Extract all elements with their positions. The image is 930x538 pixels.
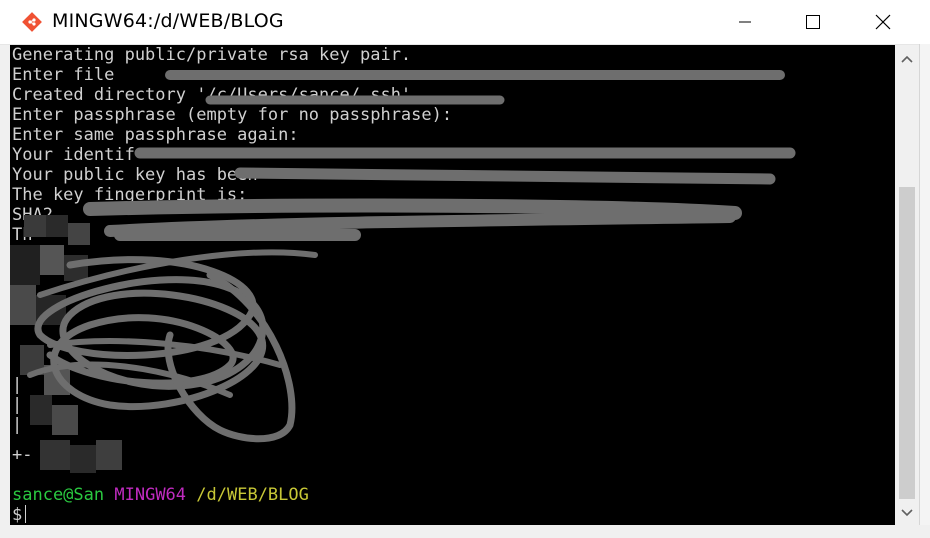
scroll-down-button[interactable] [895, 501, 919, 525]
redaction-scribbles [10, 70, 796, 473]
terminal-window: MINGW64:/d/WEB/BLOG Generating public/pr… [0, 0, 930, 538]
scrollbar-thumb[interactable] [899, 187, 915, 499]
scroll-up-button[interactable] [895, 47, 919, 71]
close-button[interactable] [860, 0, 906, 44]
chevron-down-icon [901, 509, 913, 517]
prompt-env: MINGW64 [114, 485, 187, 505]
minimize-icon [739, 21, 751, 23]
prompt-symbol: $ [12, 505, 23, 525]
minimize-button[interactable] [722, 0, 768, 44]
text-cursor [25, 505, 27, 523]
maximize-button[interactable] [790, 0, 836, 44]
vertical-scrollbar[interactable] [895, 45, 919, 525]
git-icon [22, 12, 42, 32]
title-bar[interactable]: MINGW64:/d/WEB/BLOG [0, 0, 930, 45]
prompt-line: sance@San MINGW64 /d/WEB/BLOG [12, 485, 309, 505]
maximize-icon [806, 15, 820, 29]
chevron-up-icon [901, 55, 913, 63]
prompt-user: sance@San [12, 485, 105, 505]
window-edge [919, 44, 930, 538]
close-icon [875, 14, 891, 30]
terminal-output[interactable]: Generating public/private rsa key pair. … [10, 45, 895, 525]
input-line[interactable]: $ [12, 505, 27, 525]
window-bottom-border [0, 525, 930, 538]
window-title: MINGW64:/d/WEB/BLOG [52, 10, 284, 32]
prompt-path: /d/WEB/BLOG [196, 485, 309, 505]
